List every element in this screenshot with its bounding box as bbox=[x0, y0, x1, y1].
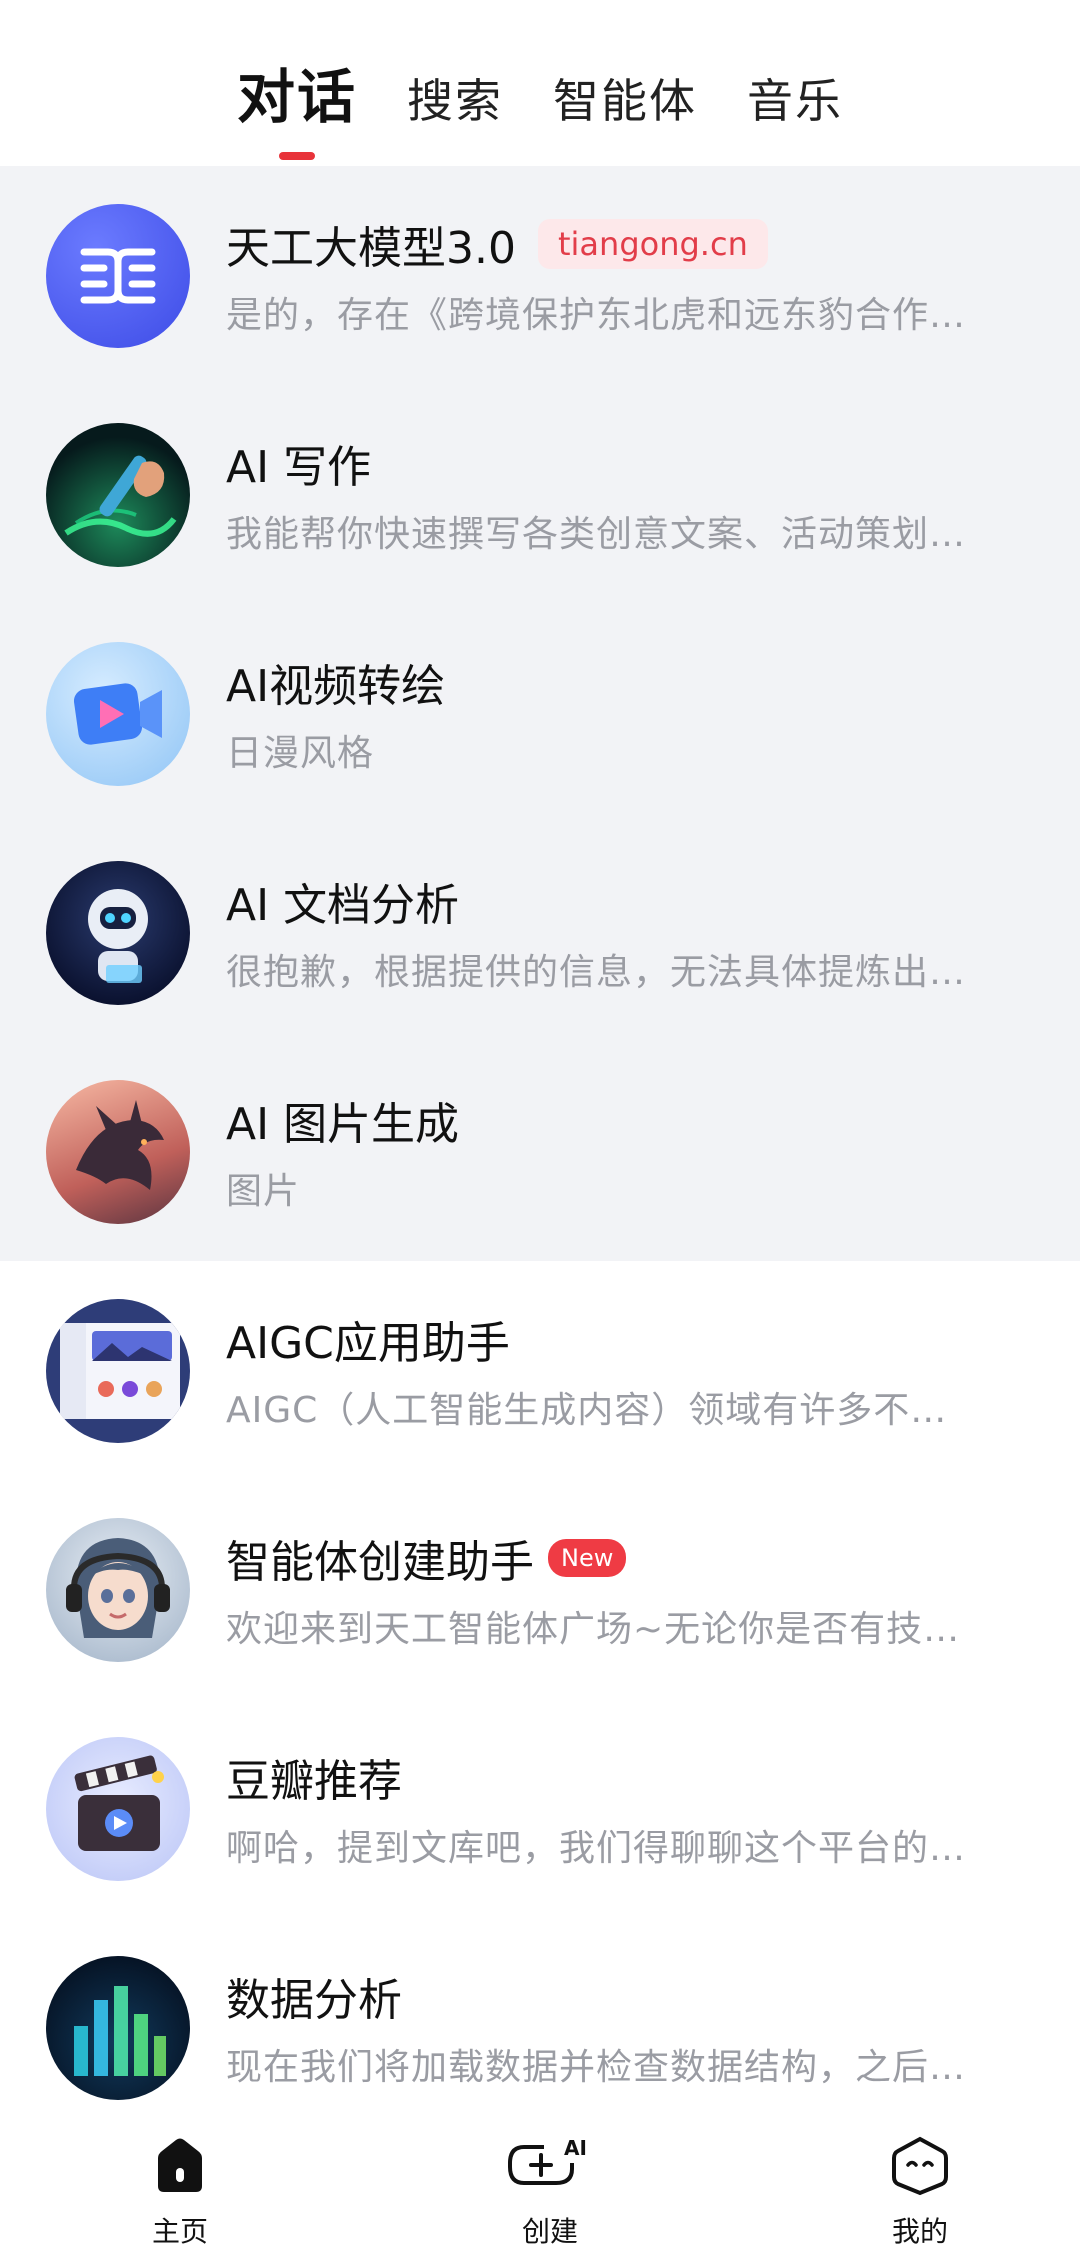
app-screenshot-icon bbox=[46, 1298, 190, 1443]
chat-item-ai-writing[interactable]: AI 写作 我能帮你快速撰写各类创意文案、活动策划… bbox=[0, 385, 1080, 604]
chat-preview: 很抱歉，根据提供的信息，无法具体提炼出… bbox=[226, 951, 967, 993]
nav-home[interactable]: 主页 bbox=[130, 2100, 230, 2260]
chat-preview: 欢迎来到天工智能体广场~无论你是否有技… bbox=[226, 1608, 961, 1650]
chat-title: AIGC应用助手 bbox=[226, 1317, 510, 1369]
writing-hand-icon bbox=[46, 422, 190, 567]
chat-title: AI 写作 bbox=[226, 441, 372, 493]
pinned-chat-group: 天工大模型3.0 tiangong.cn 是的，存在《跨境保护东北虎和远东豹合作… bbox=[0, 166, 1080, 1261]
nav-profile-label: 我的 bbox=[891, 2215, 948, 2248]
chat-title: 智能体创建助手 bbox=[226, 1536, 534, 1588]
chat-title: 数据分析 bbox=[226, 1974, 402, 2026]
clapperboard-icon bbox=[46, 1736, 190, 1881]
chat-title: AI 图片生成 bbox=[226, 1098, 460, 1150]
tab-chat-label: 对话 bbox=[236, 63, 357, 131]
tab-agents-label: 智能体 bbox=[553, 74, 697, 128]
chat-item-aigc-assistant[interactable]: AIGC应用助手 AIGC（人工智能生成内容）领域有许多不… bbox=[0, 1261, 1080, 1480]
chat-item-ai-video[interactable]: AI视频转绘 日漫风格 bbox=[0, 604, 1080, 823]
top-tab-bar: 对话 搜索 智能体 音乐 bbox=[0, 0, 1080, 166]
chat-item-douban[interactable]: 豆瓣推荐 啊哈，提到文库吧，我们得聊聊这个平台的… bbox=[0, 1699, 1080, 1918]
chat-preview: AIGC（人工智能生成内容）领域有许多不… bbox=[226, 1389, 948, 1431]
dragon-image-icon bbox=[46, 1079, 190, 1224]
bottom-nav-bar: 主页 AI 创建 我的 bbox=[0, 2100, 1080, 2260]
tab-search[interactable]: 搜索 bbox=[407, 65, 503, 131]
nav-profile[interactable]: 我的 bbox=[870, 2100, 970, 2260]
nav-create-label: 创建 bbox=[521, 2215, 578, 2248]
profile-face-icon bbox=[888, 2130, 952, 2200]
anime-assistant-icon bbox=[46, 1517, 190, 1662]
chat-preview: 日漫风格 bbox=[226, 732, 375, 774]
chat-item-tiangong[interactable]: 天工大模型3.0 tiangong.cn 是的，存在《跨境保护东北虎和远东豹合作… bbox=[0, 166, 1080, 385]
chat-list: 天工大模型3.0 tiangong.cn 是的，存在《跨境保护东北虎和远东豹合作… bbox=[0, 166, 1080, 2137]
tiangong-logo-icon bbox=[46, 203, 190, 348]
new-badge: New bbox=[548, 1538, 627, 1577]
robot-icon bbox=[46, 860, 190, 1005]
bar-chart-icon bbox=[46, 1955, 190, 2100]
nav-create[interactable]: AI 创建 bbox=[500, 2100, 600, 2260]
tab-agents[interactable]: 智能体 bbox=[553, 65, 697, 131]
chat-item-ai-image[interactable]: AI 图片生成 图片 bbox=[0, 1042, 1080, 1261]
chat-preview: 啊哈，提到文库吧，我们得聊聊这个平台的… bbox=[226, 1827, 967, 1869]
nav-home-label: 主页 bbox=[151, 2215, 208, 2248]
create-ai-text: AI bbox=[564, 2136, 587, 2160]
active-tab-indicator bbox=[278, 152, 315, 160]
tab-search-label: 搜索 bbox=[407, 74, 503, 128]
video-camera-icon bbox=[46, 641, 190, 786]
chat-item-ai-document[interactable]: AI 文档分析 很抱歉，根据提供的信息，无法具体提炼出… bbox=[0, 823, 1080, 1042]
chat-preview: 是的，存在《跨境保护东北虎和远东豹合作… bbox=[226, 294, 967, 336]
chat-item-agent-builder[interactable]: 智能体创建助手 New 欢迎来到天工智能体广场~无论你是否有技… bbox=[0, 1480, 1080, 1699]
chat-preview: 我能帮你快速撰写各类创意文案、活动策划… bbox=[226, 513, 967, 555]
chat-title: 天工大模型3.0 bbox=[226, 222, 516, 274]
tab-music[interactable]: 音乐 bbox=[747, 65, 843, 131]
chat-preview: 图片 bbox=[226, 1170, 301, 1212]
app-root: 对话 搜索 智能体 音乐 天工大模型3.0 tiangong.cn 是的，存在《… bbox=[0, 0, 1080, 2260]
chat-preview: 现在我们将加载数据并检查数据结构，之后… bbox=[226, 2046, 967, 2088]
domain-tag: tiangong.cn bbox=[537, 218, 768, 269]
chat-title: 豆瓣推荐 bbox=[226, 1755, 402, 1807]
chat-title: AI 文档分析 bbox=[226, 879, 460, 931]
home-icon bbox=[150, 2130, 210, 2200]
chat-title: AI视频转绘 bbox=[226, 660, 446, 712]
tab-music-label: 音乐 bbox=[747, 74, 843, 128]
create-ai-icon: AI bbox=[504, 2130, 596, 2200]
tab-chat[interactable]: 对话 bbox=[236, 50, 357, 160]
